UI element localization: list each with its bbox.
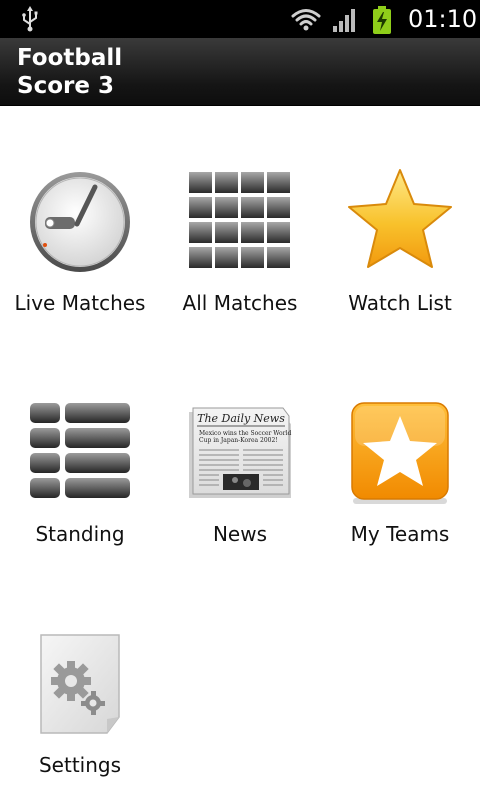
newspaper-masthead: The Daily News	[197, 412, 285, 425]
menu-item-label: Standing	[35, 522, 125, 546]
menu-item-label: Watch List	[348, 291, 452, 315]
menu-item-my-teams[interactable]: My Teams	[320, 398, 480, 546]
stopwatch-icon	[25, 167, 135, 277]
clock: 01:10	[408, 5, 478, 33]
star-badge-icon	[345, 398, 455, 508]
menu-item-label: Settings	[38, 753, 122, 777]
menu-item-settings[interactable]: Settings	[0, 629, 160, 777]
signal-icon	[333, 9, 355, 32]
svg-text:Cup in Japan-Korea 2002!: Cup in Japan-Korea 2002!	[199, 437, 278, 444]
menu-item-label: My Teams	[350, 522, 450, 546]
grid-icon	[185, 167, 295, 277]
menu-item-standing[interactable]: Standing	[0, 398, 160, 546]
app-title-bar: Football Score 3	[0, 38, 480, 106]
star-icon	[345, 167, 455, 277]
usb-icon	[22, 6, 38, 32]
table-rows-icon	[25, 398, 135, 508]
svg-text:Mexico wins the Soccer World: Mexico wins the Soccer World	[199, 430, 291, 437]
wifi-icon	[291, 9, 321, 31]
menu-item-live-matches[interactable]: Live Matches	[0, 167, 160, 315]
app-title: Football Score 3	[17, 45, 123, 99]
status-bar: 01:10	[0, 0, 480, 38]
menu-item-watch-list[interactable]: Watch List	[320, 167, 480, 315]
battery-charging-icon	[373, 6, 391, 34]
gears-icon	[25, 629, 135, 739]
menu-item-all-matches[interactable]: All Matches	[160, 167, 320, 315]
newspaper-icon: The Daily News Mexico wins the Soccer Wo…	[185, 398, 295, 508]
menu-item-news[interactable]: The Daily News Mexico wins the Soccer Wo…	[160, 398, 320, 546]
menu-item-label: All Matches	[182, 291, 298, 315]
menu-item-label: Live Matches	[14, 291, 146, 315]
menu-item-label: News	[212, 522, 268, 546]
